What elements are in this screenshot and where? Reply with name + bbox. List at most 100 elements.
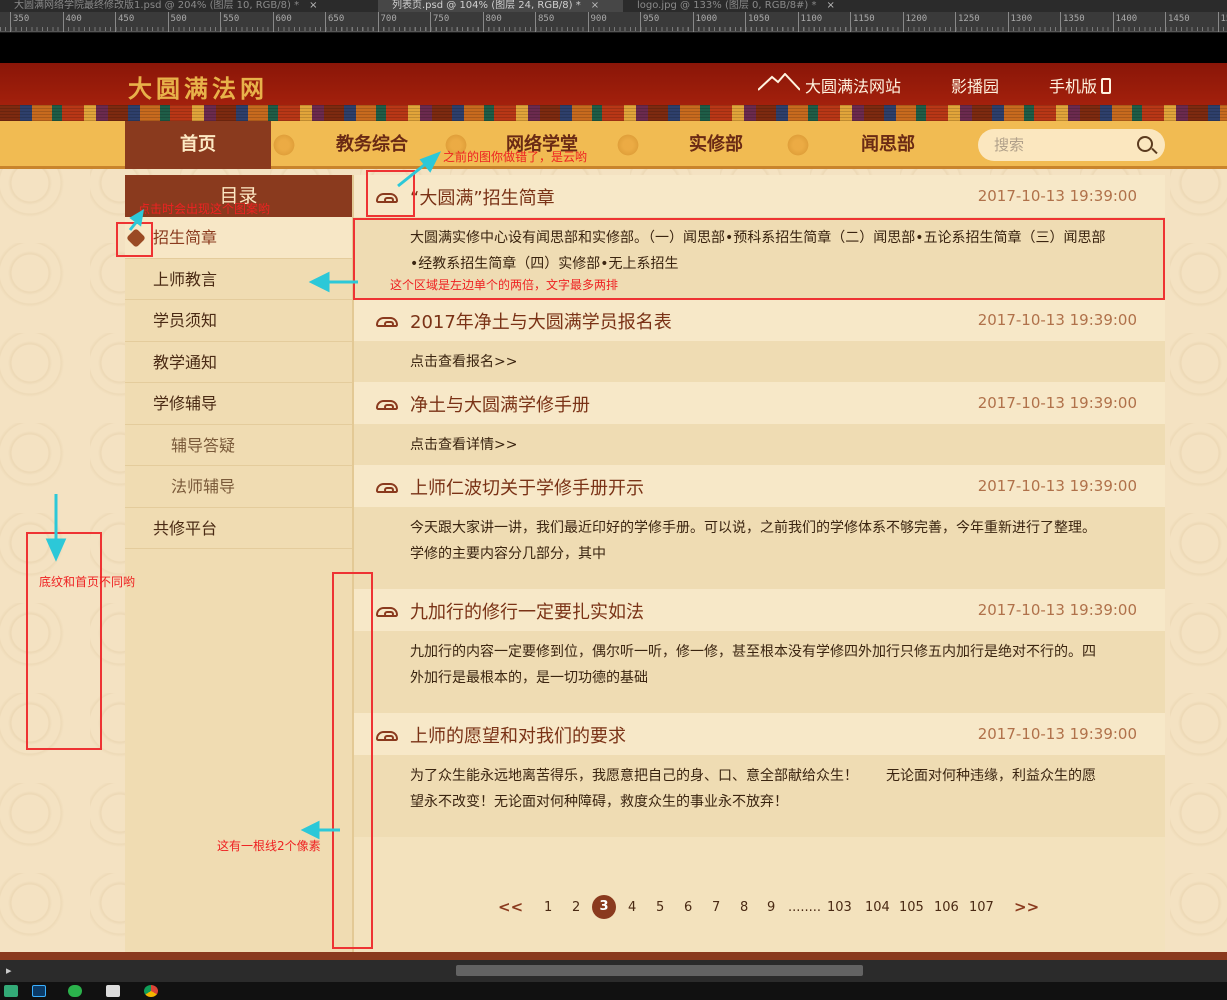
ruler-tick	[62, 12, 64, 32]
nav-home[interactable]: 首页	[125, 121, 271, 169]
nav-academic[interactable]: 教务综合	[300, 121, 444, 169]
ruler-label: 850	[538, 14, 555, 24]
page-link[interactable]: 9	[767, 900, 775, 915]
list-item-header: 上师的愿望和对我们的要求 2017-10-13 19:39:00	[354, 713, 1165, 755]
taskbar	[0, 982, 1227, 1000]
scroll-thumb[interactable]	[456, 965, 863, 976]
sidebar-item-qa[interactable]: 辅导答疑	[125, 425, 352, 466]
page-link[interactable]: 6	[684, 900, 692, 915]
sidebar-item-announcements[interactable]: 教学通知	[125, 342, 352, 383]
sidebar-item-label: 招生简章	[153, 228, 218, 247]
ruler-tick	[535, 12, 536, 32]
annotation-click-note: 点击时会出现这个图案哟	[138, 202, 271, 216]
ruler-label: 1050	[748, 14, 770, 24]
ruler-label: 800	[485, 14, 502, 24]
ruler-label: 1250	[958, 14, 980, 24]
doc-tab[interactable]: logo.jpg @ 133% (图层 0, RGB/8#) * ×	[623, 0, 863, 12]
decorative-band	[0, 105, 1227, 121]
ruler-tick	[1060, 12, 1061, 32]
list-item-title[interactable]: “大圆满”招生简章	[410, 184, 555, 210]
ruler-label: 1150	[853, 14, 875, 24]
page-link[interactable]: 7	[712, 900, 720, 915]
list-item-summary: 九加行的内容一定要修到位，偶尔听一听，修一修，甚至根本没有学修四外加行只修五内加…	[354, 631, 1165, 713]
list-item[interactable]: 2017年净土与大圆满学员报名表 2017-10-13 19:39:00 点击查看…	[354, 299, 1165, 382]
list-item-summary[interactable]: 点击查看详情>>	[354, 424, 1165, 465]
page-link[interactable]: 104	[865, 900, 890, 915]
page-link[interactable]: 2	[572, 900, 580, 915]
list-item-header: 上师仁波切关于学修手册开示 2017-10-13 19:39:00	[354, 465, 1165, 507]
doc-tab-active[interactable]: 列表页.psd @ 104% (图层 24, RGB/8) * ×	[378, 0, 623, 12]
list-item-date: 2017-10-13 19:39:00	[977, 394, 1137, 412]
list-item-title[interactable]: 净土与大圆满学修手册	[410, 391, 590, 417]
sidebar-item-tutoring[interactable]: 学修辅导	[125, 383, 352, 425]
annotation-line-note: 这有一根线2个像素	[217, 839, 321, 853]
chrome-icon[interactable]	[144, 985, 158, 997]
nav-study[interactable]: 闻思部	[816, 121, 960, 169]
site-logo[interactable]: 大圆满法网	[128, 69, 268, 104]
ruler-label: 1450	[1168, 14, 1190, 24]
ruler-label: 550	[223, 14, 240, 24]
cloud-icon	[376, 483, 398, 493]
mail-icon[interactable]	[106, 985, 120, 997]
sidebar-item-notice[interactable]: 学员须知	[125, 300, 352, 342]
list-item-title[interactable]: 2017年净土与大圆满学员报名表	[410, 308, 672, 334]
close-icon[interactable]: ×	[827, 0, 835, 11]
page-link[interactable]: 4	[628, 900, 636, 915]
scroll-left-icon[interactable]: ▸	[6, 964, 12, 977]
page-link-current[interactable]: 3	[592, 895, 616, 919]
ruler-label: 1350	[1063, 14, 1085, 24]
list-item-date: 2017-10-13 19:39:00	[977, 187, 1137, 205]
horizontal-ruler[interactable]: 350 400 450 500 550 600 650 700 750 800 850 900 950 1…	[0, 12, 1227, 32]
search-input[interactable]	[994, 135, 1124, 155]
toplink-mobile[interactable]: 手机版	[1049, 73, 1112, 97]
page-link[interactable]: 106	[934, 900, 959, 915]
ruler-tick	[220, 12, 221, 32]
toplink-mobile-label: 手机版	[1049, 77, 1098, 96]
ruler-tick	[482, 12, 484, 32]
list-item[interactable]: 九加行的修行一定要扎实如法 2017-10-13 19:39:00 九加行的内容一…	[354, 589, 1165, 713]
page-link[interactable]: 103	[827, 900, 852, 915]
ruler-label: 650	[328, 14, 345, 24]
page-link[interactable]: 1	[544, 900, 552, 915]
doc-tab[interactable]: 大圆满网络学院最终修改版1.psd @ 204% (图层 10, RGB/8) …	[0, 0, 378, 12]
mountain-icon	[758, 73, 800, 91]
cloud-icon	[376, 317, 398, 327]
sidebar-item-admissions[interactable]: 招生简章	[125, 217, 352, 259]
toplink-main-site[interactable]: 大圆满法网站	[805, 73, 901, 97]
ruler-tick	[850, 12, 851, 32]
list-item-title[interactable]: 上师的愿望和对我们的要求	[410, 722, 626, 748]
sidebar-item-teacher-tutoring[interactable]: 法师辅导	[125, 466, 352, 508]
annotation-box-background	[26, 532, 102, 750]
close-icon[interactable]: ×	[591, 0, 599, 11]
sidebar-item-group-practice[interactable]: 共修平台	[125, 508, 352, 549]
ruler-tick	[167, 12, 169, 32]
page-link[interactable]: 107	[969, 900, 994, 915]
main-nav: 首页 教务综合 网络学堂 实修部 闻思部	[0, 121, 1227, 169]
list-item[interactable]: 上师仁波切关于学修手册开示 2017-10-13 19:39:00 今天跟大家讲一…	[354, 465, 1165, 589]
toplink-video[interactable]: 影播园	[951, 73, 999, 97]
search-icon[interactable]	[1137, 136, 1153, 152]
list-item-summary[interactable]: 点击查看报名>>	[354, 341, 1165, 382]
list-item-summary: 为了众生能永远地离苦得乐，我愿意把自己的身、口、意全部献给众生！ 无论面对何种违…	[354, 755, 1165, 837]
photoshop-icon[interactable]	[32, 985, 46, 997]
page-link[interactable]: 5	[656, 900, 664, 915]
list-item-title[interactable]: 九加行的修行一定要扎实如法	[410, 598, 644, 624]
ruler-label: 1100	[800, 14, 823, 24]
page-link[interactable]: 105	[899, 900, 924, 915]
wechat-icon[interactable]	[68, 985, 82, 997]
list-item-title[interactable]: 上师仁波切关于学修手册开示	[410, 474, 644, 500]
prev-page-button[interactable]: <<	[498, 898, 523, 916]
page-link[interactable]: 8	[740, 900, 748, 915]
horizontal-scrollbar[interactable]: ▸	[0, 960, 1227, 982]
app-icon[interactable]	[4, 985, 18, 997]
list-item-date: 2017-10-13 19:39:00	[977, 725, 1137, 743]
list-item[interactable]: 上师的愿望和对我们的要求 2017-10-13 19:39:00 为了众生能永远地…	[354, 713, 1165, 837]
ruler-tick	[955, 12, 956, 32]
next-page-button[interactable]: >>	[1014, 898, 1039, 916]
sidebar-item-teachings[interactable]: 上师教言	[125, 259, 352, 300]
close-icon[interactable]: ×	[309, 0, 317, 11]
cloud-icon	[376, 607, 398, 617]
doc-tab-label: 列表页.psd @ 104% (图层 24, RGB/8) *	[392, 0, 581, 11]
list-item[interactable]: 净土与大圆满学修手册 2017-10-13 19:39:00 点击查看详情>>	[354, 382, 1165, 465]
nav-practice[interactable]: 实修部	[644, 121, 788, 169]
